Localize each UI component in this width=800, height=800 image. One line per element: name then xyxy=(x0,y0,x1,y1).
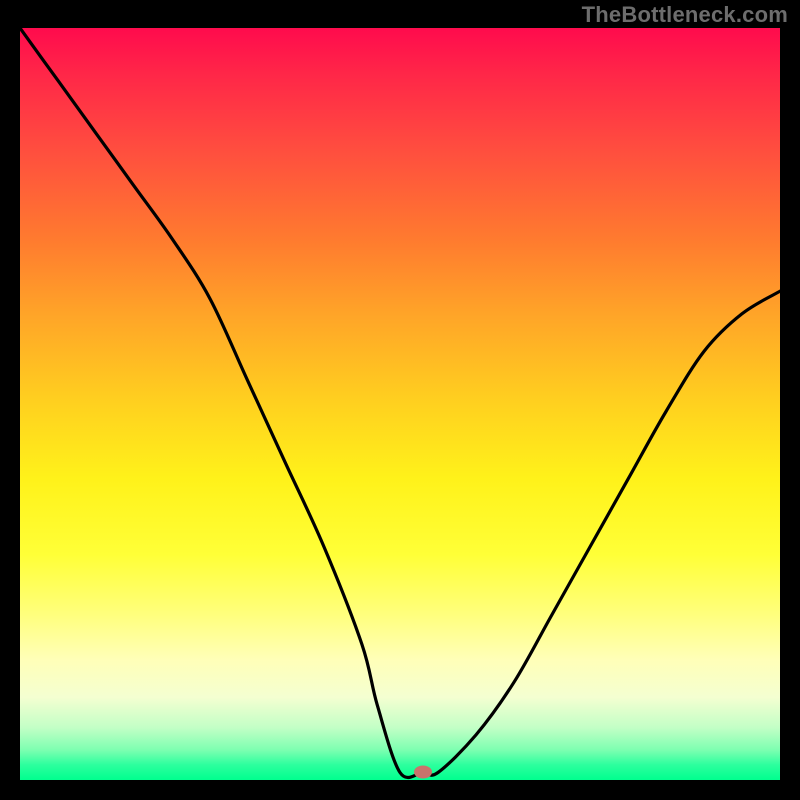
chart-container: TheBottleneck.com xyxy=(0,0,800,800)
bottleneck-curve xyxy=(20,28,780,778)
plot-area xyxy=(20,28,780,780)
curve-overlay xyxy=(20,28,780,780)
watermark-text: TheBottleneck.com xyxy=(582,2,788,28)
optimal-marker xyxy=(414,766,432,779)
